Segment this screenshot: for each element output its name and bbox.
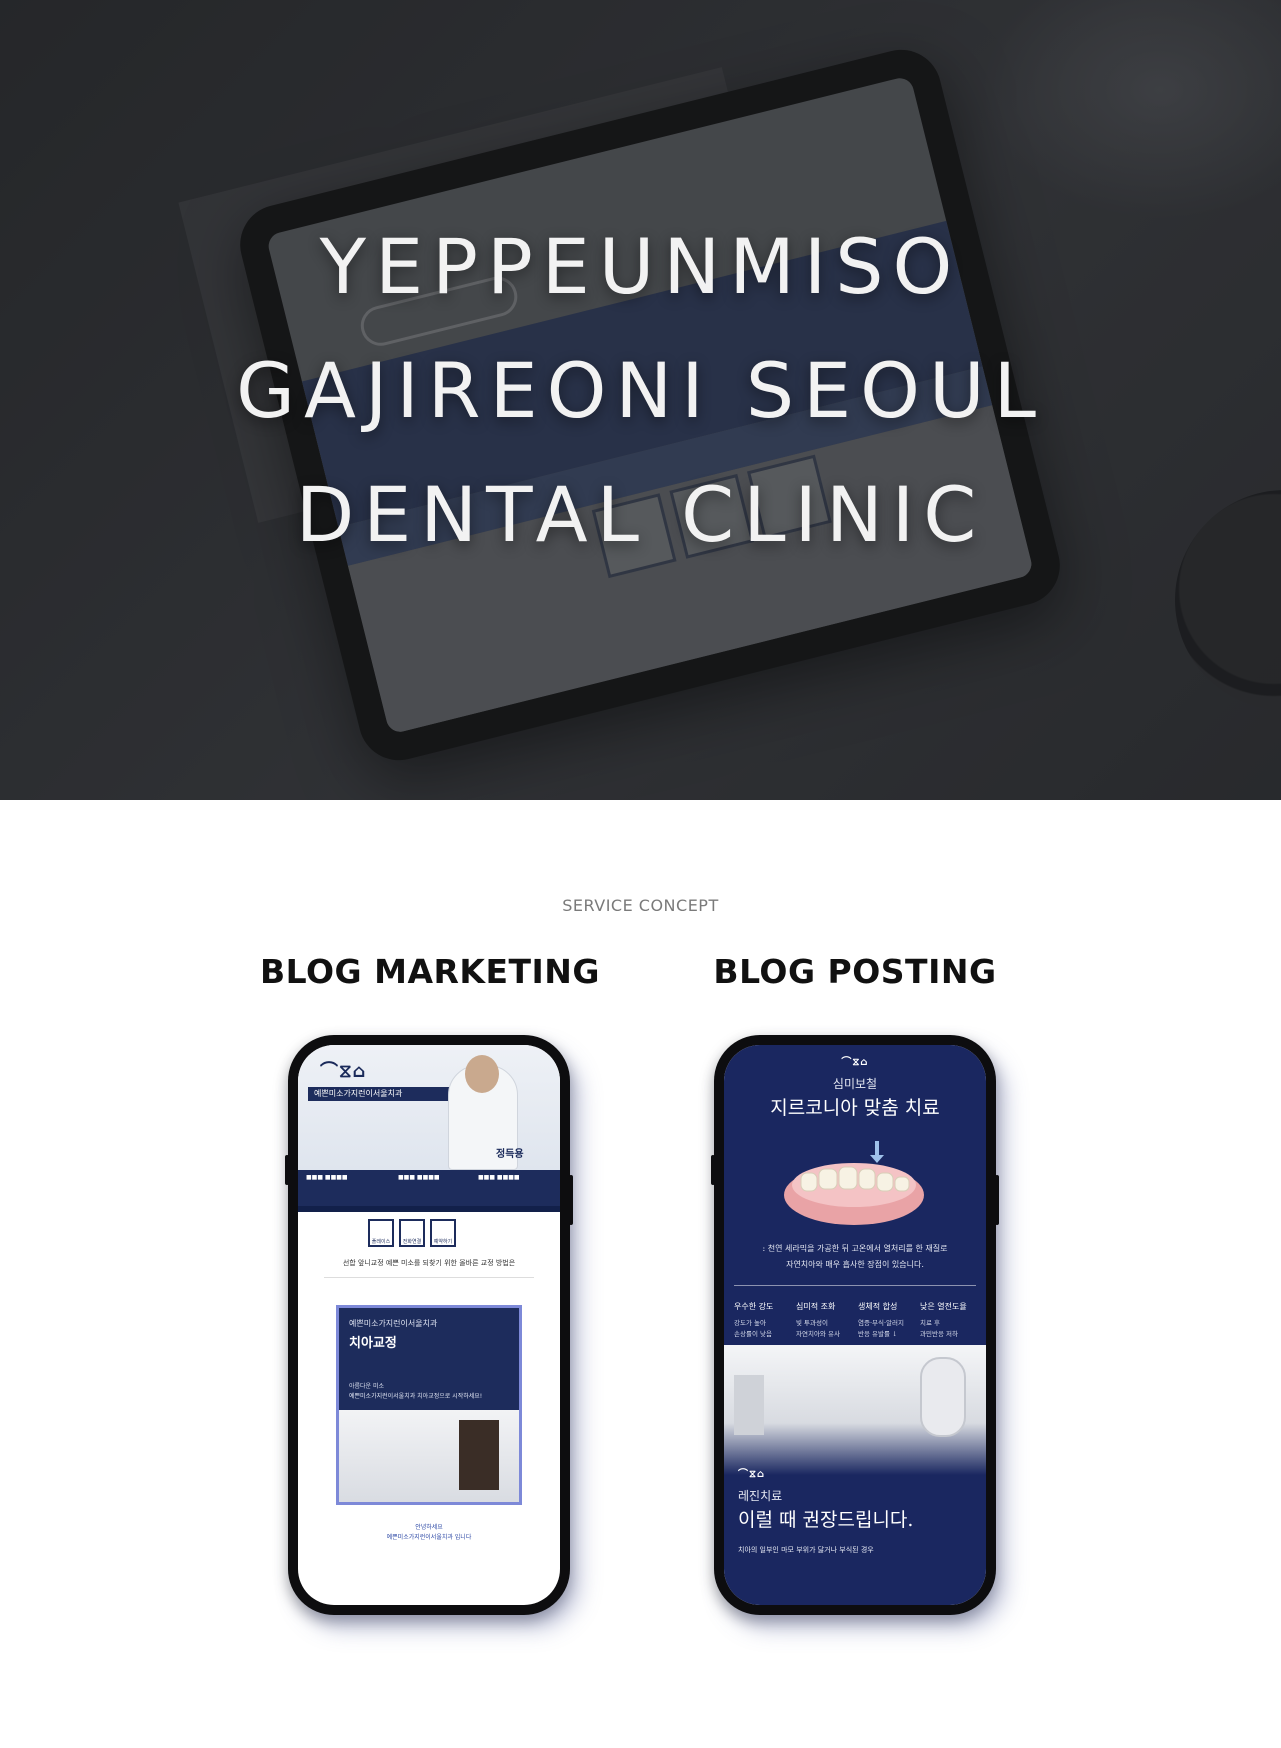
feature-name: 생체적 합성	[858, 1302, 898, 1311]
place-button[interactable]: 플레이스	[368, 1219, 394, 1247]
feature-desc-2: 자연치아와 유사	[796, 1330, 840, 1338]
hero-title: YEPPEUNMISO GAJIREONI SEOUL DENTAL CLINI…	[0, 205, 1281, 577]
post-subtitle: 선합 앞니교정 예쁜 미소를 되찾기 위한 올바른 교정 방법은	[342, 1259, 516, 1267]
feature-desc: 치료 후과민반응 저하	[920, 1318, 980, 1340]
location-block: ■■■ ■■■■	[398, 1174, 440, 1181]
power-button	[569, 1175, 573, 1225]
feature-desc-2: 과민반응 저하	[920, 1330, 958, 1338]
power-button	[995, 1175, 999, 1225]
clinic-logo: ⌒⧖⌂	[841, 1057, 869, 1068]
posting-title: 지르코니아 맞춤 치료	[770, 1097, 940, 1119]
card-body-line-1: 아름다운 미소	[349, 1383, 385, 1390]
feature-desc-2: 반응 유발률 ↓	[858, 1330, 898, 1338]
feature-divider	[734, 1285, 976, 1286]
hero-section: YEPPEUNMISO GAJIREONI SEOUL DENTAL CLINI…	[0, 0, 1281, 800]
card-body: 아름다운 미소 예쁜미소가지런이서울치과 치아교정으로 시작하세요!	[349, 1382, 482, 1402]
feature-desc-1: 치료 후	[920, 1319, 941, 1327]
volume-button	[711, 1155, 715, 1185]
service-concept-label: SERVICE CONCEPT	[562, 896, 719, 915]
card-title: 치아교정	[349, 1336, 397, 1351]
blog-marketing-screen: ⌒⧖⌂ 예쁜미소가지런이서울치과 정득용 ■■■ ■■■■ ■■■ ■■■■ ■…	[298, 1045, 560, 1605]
blog-marketing-title: BLOG MARKETING	[259, 952, 601, 991]
feature-strength: 우수한 강도 강도가 높아손상률이 낮음	[734, 1301, 794, 1340]
interior-wall	[459, 1420, 499, 1490]
feature-desc-1: 염증·부식·알러지	[858, 1319, 904, 1327]
clinic-name: 예쁜미소가지런이서울치과	[308, 1087, 458, 1101]
feature-aesthetic: 심미적 조화 빛 투과성이자연치아와 유사	[796, 1301, 856, 1340]
ceo-signature: 정득용	[496, 1149, 524, 1160]
feature-desc: 염증·부식·알러지반응 유발률 ↓	[858, 1318, 918, 1340]
feature-name: 심미적 조화	[796, 1302, 836, 1311]
divider	[324, 1277, 534, 1278]
desc-line-2: 자연치아와 매우 흡사한 장점이 있습니다.	[786, 1260, 924, 1269]
blog-posting-phone: ⌒⧖⌂ 심미보철 지르코니아 맞춤 치료 : 천연 세라믹을 가공한 뒤 고온에…	[711, 1035, 999, 1615]
desc-line-1: : 천연 세라믹을 가공한 뒤 고온에서 열처리를 한 재질로	[762, 1244, 948, 1253]
feature-desc: 빛 투과성이자연치아와 유사	[796, 1318, 856, 1340]
doctor-head-image	[465, 1055, 499, 1093]
clinic-info-strip	[298, 1206, 560, 1212]
feature-thermal: 낮은 열전도율 치료 후과민반응 저하	[920, 1301, 980, 1340]
contact-block: ■■■ ■■■■	[478, 1174, 520, 1181]
posting-bottom-text: 치아의 일부인 마모 부위가 닳거나 부식된 경우	[738, 1546, 874, 1554]
blog-posting-screen: ⌒⧖⌂ 심미보철 지르코니아 맞춤 치료 : 천연 세라믹을 가공한 뒤 고온에…	[724, 1045, 986, 1605]
card-body-line-2: 예쁜미소가지런이서울치과 치아교정으로 시작하세요!	[349, 1393, 483, 1400]
hours-block: ■■■ ■■■■	[306, 1174, 348, 1181]
volume-button	[285, 1155, 289, 1185]
category-label: 심미보철	[832, 1077, 878, 1091]
feature-desc-2: 손상률이 낮음	[734, 1330, 772, 1338]
feature-desc: 강도가 높아손상률이 낮음	[734, 1318, 794, 1340]
orthodontics-card: 예쁜미소가지런이서울치과 치아교정 아름다운 미소 예쁜미소가지런이서울치과 치…	[336, 1305, 522, 1505]
hero-title-line-1: YEPPEUNMISO	[319, 222, 962, 311]
blog-posting-title: BLOG POSTING	[713, 952, 997, 991]
feature-desc-1: 강도가 높아	[734, 1319, 766, 1327]
zirconia-teeth-image	[784, 1141, 924, 1225]
feature-desc-1: 빛 투과성이	[796, 1319, 828, 1327]
greeting-line-2: 예쁜미소가지런이서울치과 입니다	[386, 1534, 472, 1541]
feature-name: 우수한 강도	[734, 1302, 774, 1311]
posting-description: : 천연 세라믹을 가공한 뒤 고온에서 열처리를 한 재질로 자연치아와 매우…	[724, 1241, 986, 1273]
clinic-hero-banner: ⌒⧖⌂ 예쁜미소가지런이서울치과 정득용	[298, 1045, 560, 1170]
dental-chair-image	[920, 1357, 966, 1437]
cabinet-image	[734, 1375, 764, 1435]
clinic-interior-image	[339, 1410, 519, 1502]
posting-title-2: 이럴 때 권장드립니다.	[738, 1509, 914, 1531]
hero-title-line-3: DENTAL CLINIC	[295, 470, 986, 559]
blog-marketing-phone: ⌒⧖⌂ 예쁜미소가지런이서울치과 정득용 ■■■ ■■■■ ■■■ ■■■■ ■…	[285, 1035, 573, 1615]
clinic-logo-small: ⌒⧖⌂	[738, 1469, 766, 1480]
card-clinic-name: 예쁜미소가지런이서울치과	[349, 1319, 438, 1328]
quick-actions: 플레이스 전화연결 예약하기	[368, 1219, 456, 1247]
call-button[interactable]: 전화연결	[399, 1219, 425, 1247]
reserve-button[interactable]: 예약하기	[430, 1219, 456, 1247]
greeting-line-1: 안녕하세요	[415, 1524, 443, 1531]
clinic-room-image	[724, 1345, 986, 1475]
feature-biocompatible: 생체적 합성 염증·부식·알러지반응 유발률 ↓	[858, 1301, 918, 1340]
clinic-logo: ⌒⧖⌂	[320, 1061, 367, 1082]
feature-name: 낮은 열전도율	[920, 1302, 967, 1311]
clinic-info-bar: ■■■ ■■■■ ■■■ ■■■■ ■■■ ■■■■	[298, 1170, 560, 1206]
greeting-text: 안녕하세요 예쁜미소가지런이서울치과 입니다	[298, 1523, 560, 1543]
category-label-2: 레진치료	[738, 1489, 783, 1503]
hero-title-line-2: GAJIREONI SEOUL	[236, 346, 1045, 435]
